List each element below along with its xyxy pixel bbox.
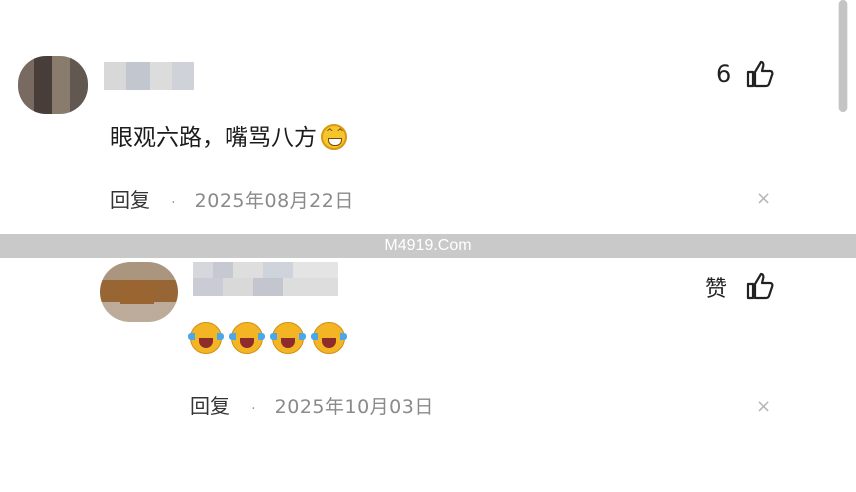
like-count: 6 xyxy=(716,60,732,88)
reply-button[interactable]: 回复 xyxy=(190,394,230,418)
avatar[interactable] xyxy=(100,262,178,322)
comment-footer: 回复 · 2025年08月22日 xyxy=(110,184,354,213)
like-label[interactable]: 赞 xyxy=(705,271,727,303)
scrollbar-thumb[interactable] xyxy=(839,0,847,112)
thumbs-up-icon[interactable] xyxy=(744,58,776,90)
separator-dot: · xyxy=(251,401,256,417)
emoji-row xyxy=(188,322,354,358)
username-blurred[interactable] xyxy=(104,62,194,90)
laugh-cry-icon xyxy=(229,322,265,354)
comment-date: 2025年10月03日 xyxy=(274,396,434,418)
avatar[interactable] xyxy=(18,56,88,114)
scrollbar[interactable] xyxy=(838,0,848,112)
comment-date: 2025年08月22日 xyxy=(194,190,354,212)
username-blurred-line xyxy=(193,278,338,296)
watermark-text: M4919.Com xyxy=(384,237,472,254)
laugh-cry-icon xyxy=(311,322,347,354)
thumbs-up-icon[interactable] xyxy=(744,270,776,302)
laugh-cry-icon xyxy=(188,322,224,354)
comment-text: 眼观六路，嘴骂八方 xyxy=(110,118,347,152)
reply-button[interactable]: 回复 xyxy=(110,188,150,212)
close-icon[interactable]: × xyxy=(756,188,771,209)
comment-footer: 回复 · 2025年10月03日 xyxy=(190,390,434,419)
grin-icon xyxy=(321,124,347,150)
laugh-cry-icon xyxy=(270,322,306,354)
separator-dot: · xyxy=(171,195,176,211)
comment-text-content: 眼观六路，嘴骂八方 xyxy=(110,125,317,151)
close-icon[interactable]: × xyxy=(756,396,771,417)
